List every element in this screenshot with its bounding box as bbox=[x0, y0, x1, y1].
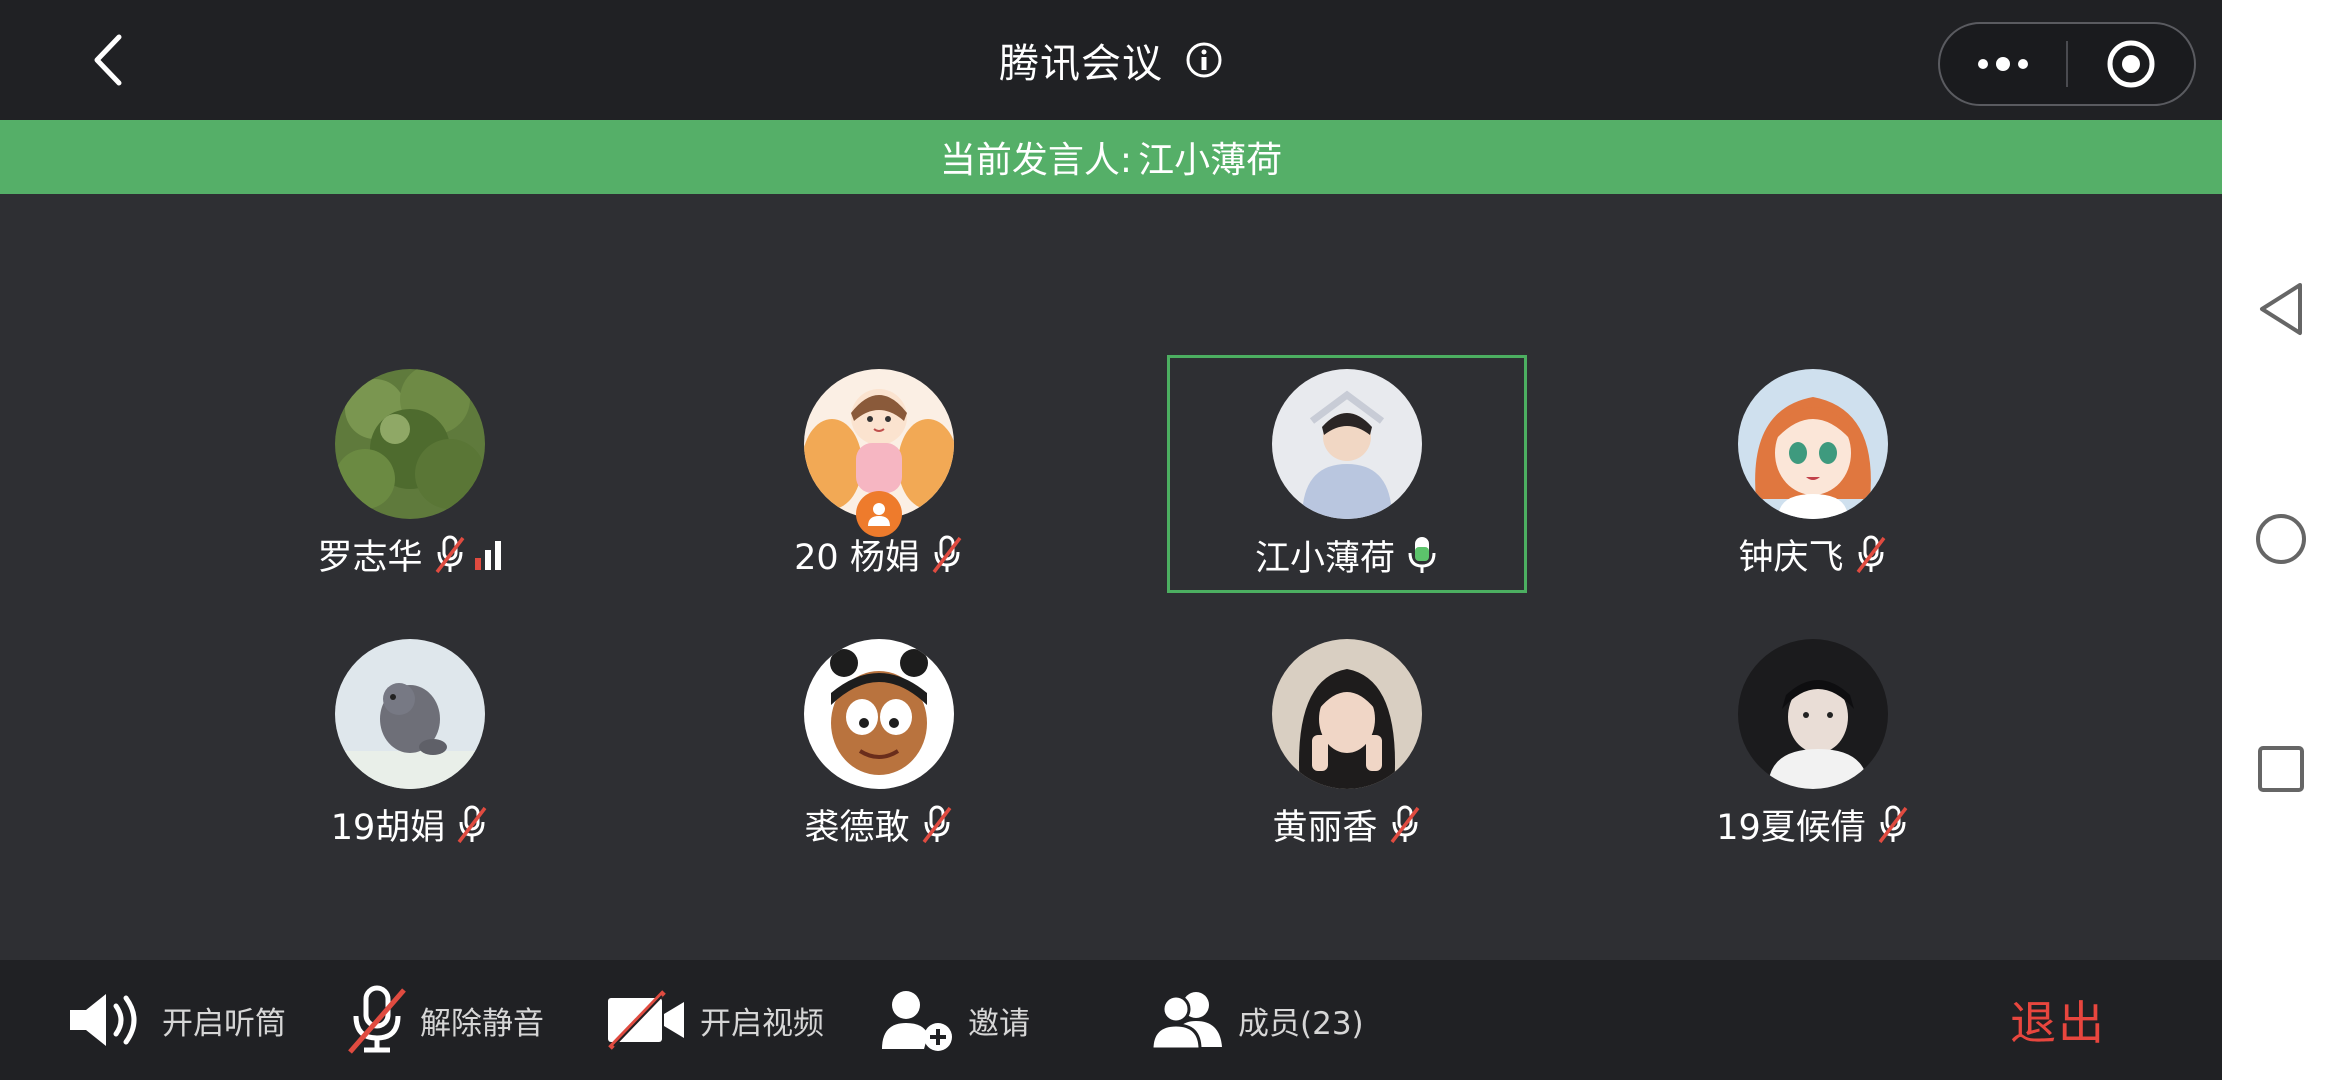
participant-name: 江小薄荷 bbox=[1254, 538, 1395, 579]
more-dots-icon bbox=[1978, 57, 2028, 71]
speaker-label: 当前发言人: bbox=[939, 140, 1133, 181]
circle-home-icon bbox=[2256, 514, 2306, 564]
mic-muted-icon bbox=[1854, 534, 1888, 574]
avatar bbox=[335, 639, 485, 789]
avatar bbox=[1738, 369, 1888, 519]
info-button[interactable] bbox=[1185, 41, 1223, 79]
mic-muted-icon bbox=[930, 534, 964, 574]
members-button[interactable]: 成员(23) bbox=[1150, 960, 1364, 1080]
close-mini-program-button[interactable] bbox=[2068, 24, 2194, 104]
participant-name-row: 江小薄荷 bbox=[1170, 530, 1524, 580]
mic-muted-icon bbox=[920, 804, 954, 844]
bottom-toolbar: 开启听筒 解除静音 开启视频 邀请 成员(23) 退出 bbox=[0, 960, 2222, 1080]
participant-name: 钟庆飞 bbox=[1738, 537, 1844, 578]
speaker-name: 江小薄荷 bbox=[1138, 140, 1283, 181]
invite-button[interactable]: 邀请 bbox=[880, 960, 1030, 1080]
title-area: 腾讯会议 bbox=[0, 0, 2222, 120]
participant-name-row: 19胡娟 bbox=[250, 799, 570, 849]
participant-name: 裘德敢 bbox=[804, 807, 910, 848]
members-button-label: 成员(23) bbox=[1238, 1005, 1364, 1042]
participant-name: 19胡娟 bbox=[330, 807, 446, 848]
mic-muted-icon bbox=[1876, 804, 1910, 844]
participant-name: 黄丽香 bbox=[1272, 807, 1378, 848]
system-back-button[interactable] bbox=[2222, 259, 2340, 359]
participant-name: 罗志华 bbox=[317, 537, 423, 578]
participant-name: 20 杨娟 bbox=[794, 537, 920, 578]
participant-tile[interactable]: 裘德敢 bbox=[719, 625, 1039, 861]
unmute-button[interactable]: 解除静音 bbox=[346, 960, 544, 1080]
participant-tile[interactable]: 黄丽香 bbox=[1187, 625, 1507, 861]
participant-tile[interactable]: 20 杨娟 bbox=[719, 355, 1039, 591]
triangle-back-icon bbox=[2260, 283, 2302, 335]
avatar bbox=[1738, 639, 1888, 789]
participant-tile[interactable]: 19胡娟 bbox=[250, 625, 570, 861]
mic-muted-icon bbox=[433, 534, 467, 574]
participant-tile[interactable]: 钟庆飞 bbox=[1653, 355, 1973, 591]
participant-name: 19夏候倩 bbox=[1716, 807, 1866, 848]
participant-name-row: 20 杨娟 bbox=[719, 529, 1039, 579]
participant-name-row: 黄丽香 bbox=[1187, 799, 1507, 849]
system-recents-button[interactable] bbox=[2222, 719, 2340, 819]
mic-muted-icon bbox=[1388, 804, 1422, 844]
mini-program-capsule bbox=[1938, 22, 2196, 106]
participant-tile-active[interactable]: 江小薄荷 bbox=[1167, 355, 1527, 593]
invite-button-label: 邀请 bbox=[968, 1005, 1030, 1042]
avatar bbox=[335, 369, 485, 519]
square-recents-icon bbox=[2258, 746, 2304, 792]
mic-muted-icon bbox=[455, 804, 489, 844]
members-icon bbox=[1150, 992, 1222, 1051]
unmute-button-label: 解除静音 bbox=[420, 1005, 544, 1042]
mic-speaking-icon bbox=[1405, 535, 1439, 575]
signal-strength-icon bbox=[473, 538, 503, 570]
participant-tile[interactable]: 19夏候倩 bbox=[1653, 625, 1973, 861]
avatar bbox=[1272, 369, 1422, 519]
top-bar: 腾讯会议 bbox=[0, 0, 2222, 120]
add-user-icon bbox=[882, 991, 952, 1051]
exit-button[interactable]: 退出 bbox=[2010, 960, 2106, 1080]
avatar bbox=[1272, 639, 1422, 789]
participant-name-row: 19夏候倩 bbox=[1653, 799, 1973, 849]
meeting-app: 腾讯会议 当前发言人: 江小薄荷 罗志华 20 杨娟 江小薄荷 钟庆飞 19胡娟… bbox=[0, 0, 2222, 1080]
more-button[interactable] bbox=[1940, 24, 2066, 104]
speaker-icon bbox=[70, 994, 137, 1046]
page-title: 腾讯会议 bbox=[999, 41, 1163, 87]
current-speaker-banner: 当前发言人: 江小薄荷 bbox=[0, 120, 2222, 194]
mic-muted-icon bbox=[348, 985, 406, 1054]
target-circle-icon bbox=[2107, 40, 2155, 88]
system-navigation-bar bbox=[2222, 0, 2340, 1080]
info-icon bbox=[1186, 42, 1222, 78]
start-video-button[interactable]: 开启视频 bbox=[604, 960, 824, 1080]
start-video-button-label: 开启视频 bbox=[700, 1005, 824, 1042]
person-icon bbox=[868, 503, 890, 526]
video-off-icon bbox=[608, 990, 684, 1050]
participant-tile[interactable]: 罗志华 bbox=[250, 355, 570, 591]
participant-name-row: 罗志华 bbox=[250, 529, 570, 579]
participant-name-row: 裘德敢 bbox=[719, 799, 1039, 849]
avatar bbox=[804, 639, 954, 789]
participant-name-row: 钟庆飞 bbox=[1653, 529, 1973, 579]
speaker-button-label: 开启听筒 bbox=[162, 1005, 286, 1042]
system-home-button[interactable] bbox=[2222, 489, 2340, 589]
speaker-button[interactable]: 开启听筒 bbox=[66, 960, 286, 1080]
